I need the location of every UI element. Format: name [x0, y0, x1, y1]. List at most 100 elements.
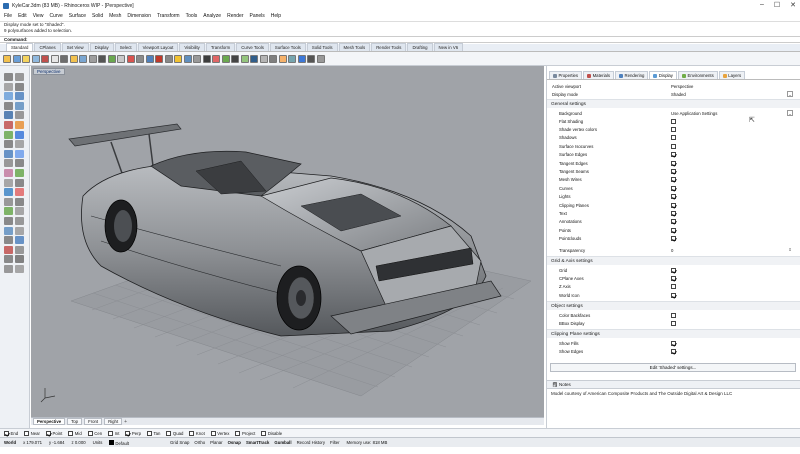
left-tool-icon[interactable] — [4, 111, 13, 120]
osnap-perp[interactable]: Perp — [125, 430, 141, 436]
setting-checkbox[interactable] — [671, 177, 676, 183]
left-tool-icon[interactable] — [15, 159, 24, 168]
status-toggle-filter[interactable]: Filter — [330, 440, 340, 445]
toolbar-tool-icon[interactable] — [193, 54, 201, 63]
osnap-checkbox[interactable] — [189, 430, 195, 436]
panel-tab-layers[interactable]: Layers — [718, 71, 746, 79]
left-tool-icon[interactable] — [4, 121, 13, 129]
cplane-indicator[interactable]: World — [4, 440, 16, 445]
units-indicator[interactable]: Units — [93, 440, 103, 445]
toolbar-tool-icon[interactable] — [41, 54, 49, 63]
toolbar-tool-icon[interactable] — [50, 54, 59, 63]
toolbar-tool-icon[interactable] — [174, 54, 182, 63]
status-toggle-ortho[interactable]: Ortho — [194, 440, 205, 445]
toolbar-tool-icon[interactable] — [98, 54, 106, 63]
osnap-project[interactable]: Project — [235, 430, 255, 436]
toolbar-tool-icon[interactable] — [136, 54, 144, 63]
object-settings-header[interactable]: Object settings — [547, 301, 800, 310]
status-toggle-grid-snap[interactable]: Grid Snap — [170, 440, 189, 445]
menu-dimension[interactable]: Dimension — [127, 13, 151, 19]
perspective-viewport[interactable] — [31, 66, 544, 417]
left-tool-icon[interactable] — [4, 92, 13, 101]
osnap-checkbox[interactable] — [108, 430, 114, 436]
left-tool-icon[interactable] — [15, 207, 24, 216]
toolbar-tool-icon[interactable] — [79, 54, 87, 63]
status-toggle-gumball[interactable]: Gumball — [274, 440, 291, 445]
status-toggle-smarttrack[interactable]: SmartTrack — [246, 440, 269, 445]
left-tool-icon[interactable] — [15, 121, 24, 129]
osnap-checkbox[interactable] — [4, 430, 9, 436]
tab-surface-tools[interactable]: Surface Tools — [269, 43, 306, 51]
toolbar-tool-icon[interactable] — [269, 54, 277, 63]
left-tool-icon[interactable] — [15, 140, 24, 149]
toolbar-tool-icon[interactable] — [88, 54, 97, 63]
tab-visibility[interactable]: Visibility — [179, 43, 205, 51]
toolbar-tool-icon[interactable] — [240, 54, 249, 63]
toolbar-tool-icon[interactable] — [250, 54, 258, 63]
setting-checkbox[interactable] — [671, 236, 676, 242]
left-tool-icon[interactable] — [15, 265, 24, 273]
left-tool-icon[interactable] — [15, 101, 24, 110]
tab-standard[interactable]: Standard — [6, 43, 34, 51]
status-toggle-planar[interactable]: Planar — [210, 440, 222, 445]
osnap-int[interactable]: Int — [108, 430, 119, 436]
menu-help[interactable]: Help — [271, 13, 281, 19]
left-tool-icon[interactable] — [4, 178, 13, 187]
general-settings-header[interactable]: General settings — [547, 99, 800, 108]
setting-checkbox[interactable] — [671, 126, 676, 132]
menu-solid[interactable]: Solid — [92, 13, 103, 19]
menu-render[interactable]: Render — [227, 13, 243, 19]
setting-checkbox[interactable] — [671, 143, 676, 149]
toolbar-tool-icon[interactable] — [12, 54, 21, 63]
tab-cplanes[interactable]: CPlanes — [34, 43, 61, 51]
toolbar-tool-icon[interactable] — [297, 54, 306, 63]
left-tool-icon[interactable] — [15, 92, 24, 101]
left-tool-icon[interactable] — [4, 140, 13, 149]
toolbar-tool-icon[interactable] — [69, 54, 78, 63]
setting-checkbox[interactable] — [671, 267, 676, 273]
viewport-tab-front[interactable]: Front — [84, 418, 103, 425]
tab-render-tools[interactable]: Render Tools — [371, 43, 407, 51]
left-tool-icon[interactable] — [15, 226, 24, 235]
setting-checkbox[interactable] — [671, 160, 676, 166]
menu-analyze[interactable]: Analyze — [203, 13, 221, 19]
tab-set-view[interactable]: Set View — [61, 43, 89, 51]
setting-checkbox[interactable] — [671, 185, 676, 191]
menu-panels[interactable]: Panels — [250, 13, 265, 19]
layer-indicator[interactable]: Default — [109, 439, 129, 446]
toolbar-tool-icon[interactable] — [278, 54, 287, 63]
menu-file[interactable]: File — [4, 13, 12, 19]
toolbar-tool-icon[interactable] — [107, 54, 116, 63]
left-tool-icon[interactable] — [15, 188, 24, 197]
tab-viewport-layout[interactable]: Viewport Layout — [137, 43, 179, 51]
setting-checkbox[interactable] — [671, 275, 676, 281]
left-tool-icon[interactable] — [4, 149, 13, 158]
left-tool-icon[interactable] — [15, 236, 24, 245]
viewport-tab-perspective[interactable]: Perspective — [33, 418, 66, 425]
left-tool-icon[interactable] — [15, 178, 24, 187]
toolbar-tool-icon[interactable] — [231, 54, 239, 63]
osnap-vertex[interactable]: Vertex — [210, 430, 229, 436]
setting-checkbox[interactable] — [671, 219, 676, 225]
setting-checkbox[interactable] — [671, 210, 676, 216]
status-toggle-record-history[interactable]: Record History — [297, 440, 325, 445]
toolbar-tool-icon[interactable] — [259, 54, 268, 63]
left-tool-icon[interactable] — [15, 217, 24, 225]
toolbar-tool-icon[interactable] — [307, 54, 315, 63]
tab-new-in-v6[interactable]: New in V6 — [433, 43, 464, 51]
toolbar-tool-icon[interactable] — [164, 54, 173, 63]
maximize-button[interactable]: ☐ — [774, 1, 780, 9]
tab-select[interactable]: Select — [114, 43, 137, 51]
toolbar-tool-icon[interactable] — [288, 54, 296, 63]
osnap-checkbox[interactable] — [166, 430, 172, 436]
left-tool-icon[interactable] — [4, 169, 13, 177]
transparency-spinner[interactable]: ⇕ — [787, 247, 793, 253]
tab-mesh-tools[interactable]: Mesh Tools — [338, 43, 371, 51]
left-tool-icon[interactable] — [15, 197, 24, 206]
left-tool-icon[interactable] — [15, 73, 24, 81]
osnap-checkbox[interactable] — [24, 430, 30, 436]
display-mode-dropdown[interactable]: ⌄ — [787, 91, 793, 97]
viewport-title[interactable]: Perspective — [33, 68, 65, 75]
left-tool-icon[interactable] — [15, 169, 24, 177]
left-tool-icon[interactable] — [15, 111, 24, 120]
